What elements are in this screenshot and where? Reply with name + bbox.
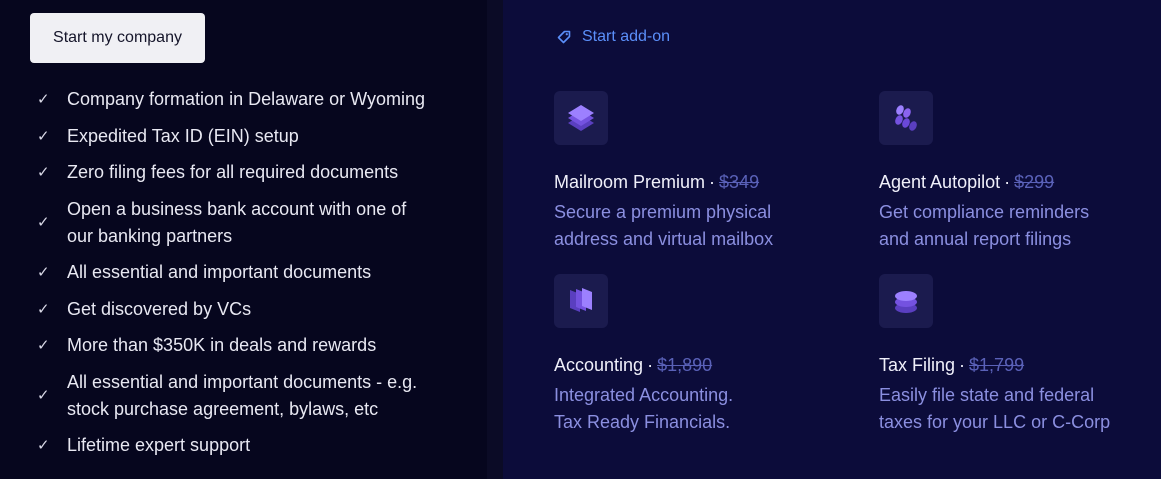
feature-list: ✓ Company formation in Delaware or Wyomin… <box>37 86 477 469</box>
tag-icon <box>557 30 571 44</box>
start-add-on-label: Start add-on <box>582 28 671 45</box>
card-price: $1,890 <box>657 355 713 375</box>
mail-stack-icon <box>554 91 608 145</box>
documents-icon <box>554 274 608 328</box>
addon-card-accounting[interactable]: Accounting · $1,890 Integrated Accounting.… <box>554 274 844 436</box>
feature-text: Lifetime expert support <box>67 435 251 455</box>
card-description: Easily file state and federal taxes for … <box>879 385 1111 432</box>
card-title: Tax Filing <box>879 355 956 375</box>
check-icon: ✓ <box>37 164 50 181</box>
check-icon: ✓ <box>37 337 50 354</box>
check-icon: ✓ <box>37 214 50 231</box>
agent-icon <box>879 91 933 145</box>
check-icon: ✓ <box>37 387 50 404</box>
card-description: Integrated Accounting. Tax Ready Financi… <box>554 385 734 432</box>
start-add-on-link[interactable]: Start add-on <box>556 28 670 46</box>
feature-text: Get discovered by VCs <box>67 298 252 319</box>
card-price: $349 <box>719 172 760 192</box>
feature-text: Open a business bank account with one of… <box>67 198 407 246</box>
feature-item: ✓ Expedited Tax ID (EIN) setup <box>37 123 477 150</box>
addon-card-tax-filing[interactable]: Tax Filing · $1,799 Easily file state and … <box>879 274 1161 436</box>
feature-item: ✓ Open a business bank account with one o… <box>37 196 477 250</box>
card-title: Agent Autopilot <box>879 172 1001 192</box>
card-price: $1,799 <box>969 355 1025 375</box>
feature-text: All essential and important documents <box>67 262 372 282</box>
card-price: $299 <box>1014 172 1055 192</box>
feature-item: ✓ All essential and important documents <box>37 259 477 286</box>
feature-text: Zero filing fees for all required docume… <box>67 162 399 182</box>
addon-card-agent-autopilot[interactable]: Agent Autopilot · $299 Get compliance remi… <box>879 91 1161 253</box>
feature-item: ✓ All essential and important documents -… <box>37 369 477 423</box>
panel-divider <box>487 0 503 479</box>
feature-item: ✓ Lifetime expert support <box>37 432 477 459</box>
feature-item: ✓ Company formation in Delaware or Wyomin… <box>37 86 477 113</box>
feature-text: Company formation in Delaware or Wyoming <box>67 89 425 109</box>
feature-item: ✓ Zero filing fees for all required docum… <box>37 159 477 186</box>
addon-card-mailroom[interactable]: Mailroom Premium · $349 Secure a premium p… <box>554 91 844 253</box>
check-icon: ✓ <box>37 91 50 108</box>
feature-text: All essential and important documents - … <box>67 371 418 419</box>
feature-item: ✓ Get discovered by VCs <box>37 296 477 323</box>
feature-item: ✓ More than $350K in deals and rewards <box>37 332 477 359</box>
check-icon: ✓ <box>37 437 50 454</box>
start-my-company-button[interactable]: Start my company <box>30 13 205 63</box>
coin-stack-icon <box>879 274 933 328</box>
card-title: Mailroom Premium <box>554 172 706 192</box>
check-icon: ✓ <box>37 264 50 281</box>
check-icon: ✓ <box>37 300 50 318</box>
check-icon: ✓ <box>37 127 50 145</box>
card-title: Accounting <box>554 355 644 375</box>
card-description: Get compliance reminders and annual repo… <box>879 202 1090 249</box>
feature-text: More than $350K in deals and rewards <box>67 335 377 355</box>
feature-text: Expedited Tax ID (EIN) setup <box>67 125 299 146</box>
card-description: Secure a premium physical address and vi… <box>554 202 774 249</box>
